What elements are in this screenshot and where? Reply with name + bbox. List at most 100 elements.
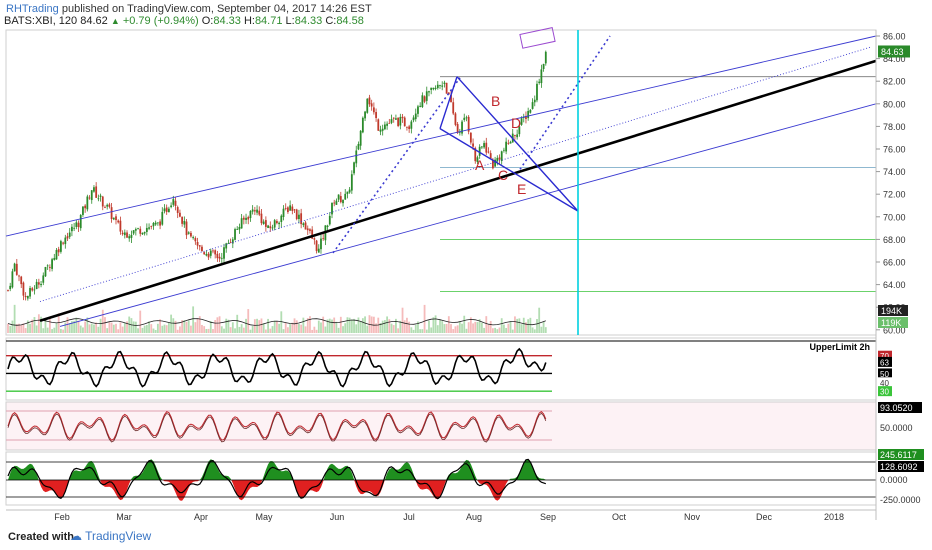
volume-bar: [390, 323, 393, 333]
volume-bar: [64, 322, 67, 333]
volume-bar: [203, 326, 206, 333]
candle-body: [62, 242, 65, 244]
volume-bar: [123, 323, 126, 333]
volume-bar: [170, 314, 173, 333]
candle-body: [487, 151, 490, 153]
y-tick-label: 72.00: [883, 190, 906, 200]
volume-bar: [542, 321, 545, 333]
volume-bar: [350, 319, 353, 333]
x-tick-label: Mar: [116, 512, 132, 522]
volume-bar: [461, 323, 463, 333]
volume-bar: [55, 323, 58, 333]
candle-body: [339, 196, 342, 203]
y-tick-label: 76.00: [883, 145, 906, 155]
candle-body: [443, 82, 446, 84]
volume-bar: [355, 324, 358, 333]
volume-bar: [271, 326, 274, 333]
volume-bar: [280, 311, 283, 333]
candle-body: [143, 232, 146, 234]
volume-bar: [328, 318, 331, 333]
candle-body: [527, 110, 530, 119]
candle-body: [145, 227, 148, 232]
volume-bar: [487, 324, 490, 333]
candle-body: [262, 221, 265, 224]
volume-bar: [154, 329, 157, 333]
x-tick-label: May: [255, 512, 273, 522]
volume-bar: [533, 329, 536, 333]
candle-body: [185, 221, 188, 236]
candle-body: [240, 218, 243, 229]
candle-body: [66, 236, 69, 239]
candle-body: [304, 222, 307, 230]
candle-body: [207, 253, 210, 258]
volume-bar: [238, 326, 241, 333]
osc3-level-label: -250.0000: [880, 495, 921, 505]
candle-body: [496, 157, 499, 162]
candle-body: [368, 97, 371, 105]
volume-bar: [194, 322, 197, 333]
candle-body: [399, 116, 402, 126]
y-tick-label: 82.00: [883, 77, 906, 87]
volume-bar: [249, 329, 252, 333]
pattern-label: A: [475, 157, 485, 173]
candle-body: [542, 63, 545, 70]
candle-body: [282, 208, 285, 217]
pattern-label: D: [511, 115, 521, 131]
candle-body: [22, 282, 25, 296]
volume-bar: [236, 314, 239, 333]
volume-bar: [44, 320, 47, 333]
candle-body: [544, 51, 547, 64]
candle-body: [390, 119, 393, 123]
volume-bar: [386, 316, 389, 333]
candle-body: [59, 241, 62, 252]
candle-body: [302, 223, 305, 225]
volume-bar: [42, 328, 45, 333]
volume-bar: [247, 309, 250, 333]
candle-body: [383, 124, 386, 130]
volume-bar: [53, 327, 56, 333]
candle-body: [161, 211, 164, 225]
volume-bar: [212, 329, 214, 333]
x-tick-label: Sep: [540, 512, 556, 522]
candle-body: [260, 213, 263, 224]
candle-body: [128, 236, 131, 239]
volume-bar: [225, 318, 228, 333]
tradingview-logo[interactable]: ☁ TradingView: [70, 529, 151, 543]
volume-bar: [313, 326, 316, 333]
volume-bar: [37, 314, 40, 333]
volume-bar: [48, 318, 51, 333]
candle-body: [86, 196, 89, 210]
candle-body: [348, 189, 351, 193]
price-chart[interactable]: ABCDE UpperLimit 2h 86.0084.0082.0080.00…: [0, 0, 932, 550]
volume-bar: [392, 325, 395, 333]
candle-body: [392, 117, 395, 119]
indicator-pane-2: [5, 401, 877, 451]
candle-body: [397, 117, 400, 127]
volume-bar: [121, 326, 124, 333]
volume-bar: [401, 307, 404, 333]
candle-body: [15, 263, 18, 275]
candle-body: [414, 113, 417, 120]
volume-bar: [335, 321, 338, 333]
volume-bar: [302, 317, 305, 333]
volume-bar: [410, 327, 413, 333]
candle-body: [364, 111, 366, 119]
volume-bar: [176, 329, 179, 333]
candle-body: [93, 187, 95, 192]
candle-body: [205, 254, 208, 256]
volume-bar: [99, 318, 102, 333]
volume-bar: [381, 320, 384, 333]
volume-label-2: 119K: [881, 318, 901, 328]
candle-body: [423, 96, 426, 102]
volume-bar: [282, 329, 285, 333]
volume-bar: [467, 322, 470, 333]
candle-body: [357, 144, 360, 150]
candle-body: [130, 234, 133, 238]
candle-body: [110, 207, 113, 220]
volume-bar: [465, 328, 468, 333]
candle-body: [242, 217, 245, 220]
candle-body: [179, 212, 181, 217]
volume-bar: [163, 324, 166, 333]
candle-body: [220, 257, 223, 259]
candle-body: [236, 229, 239, 230]
